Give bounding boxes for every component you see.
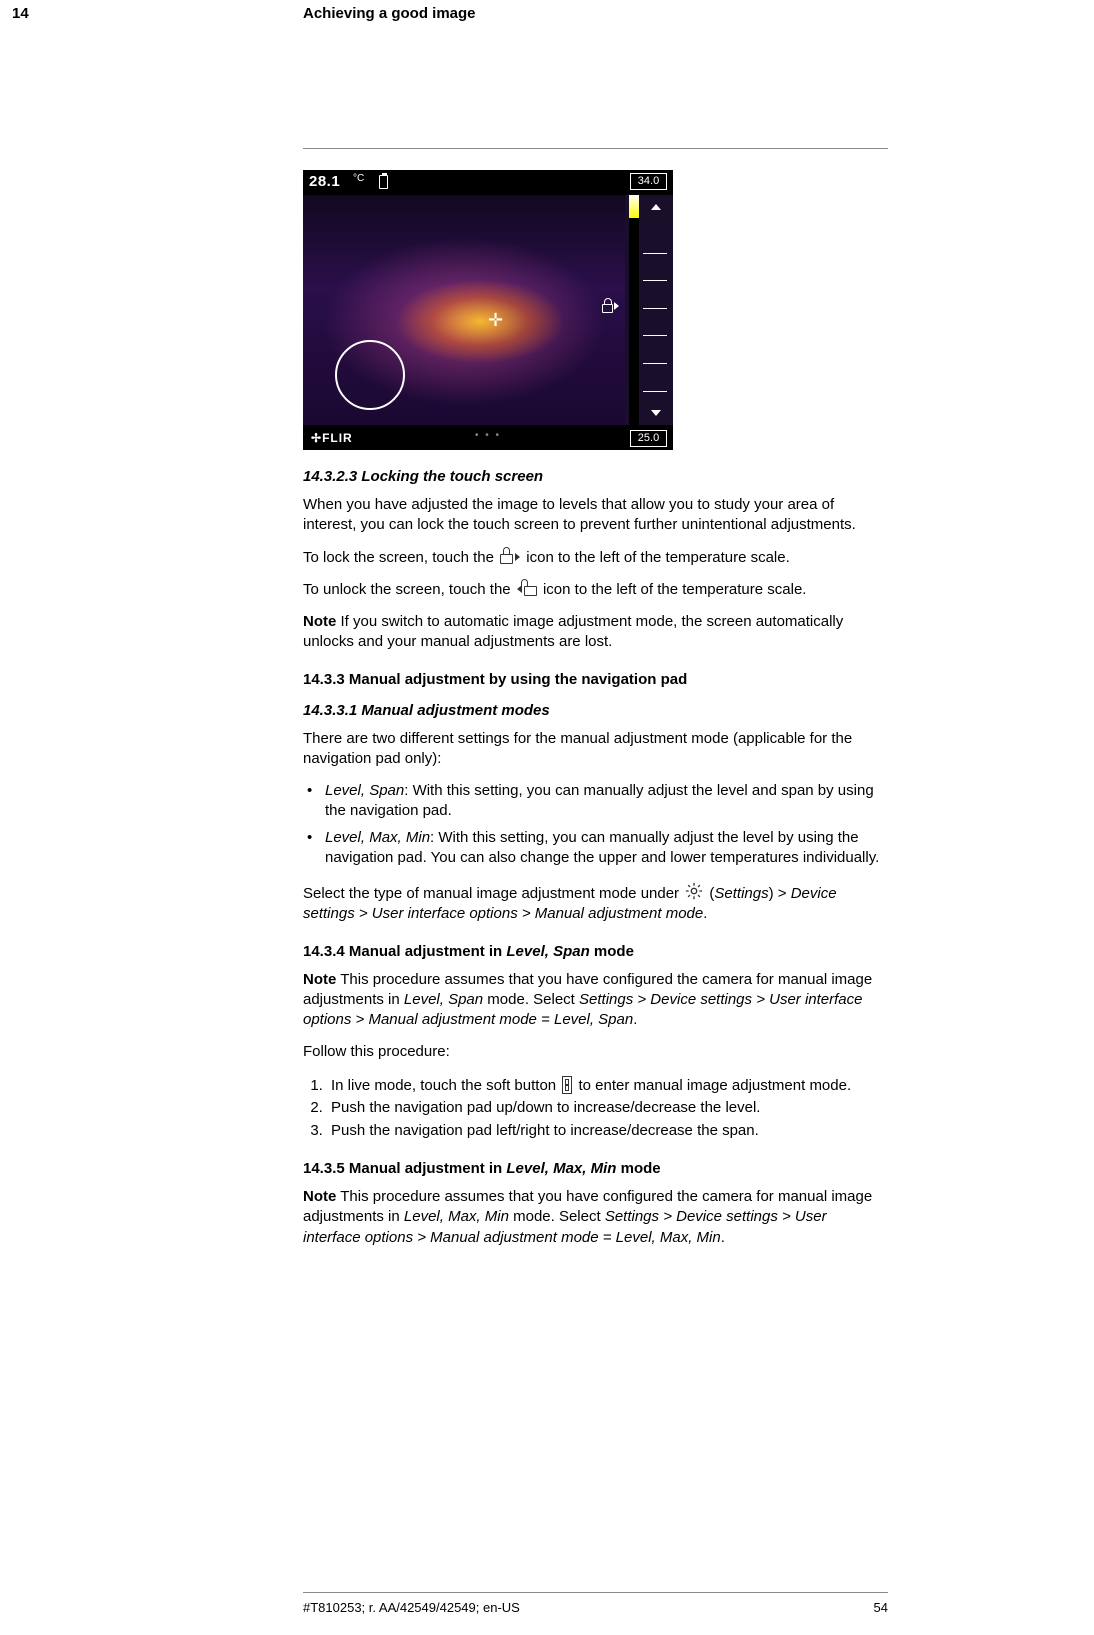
heading-post: mode: [616, 1160, 660, 1177]
note: Note This procedure assumes that you hav…: [303, 1187, 888, 1248]
chapter-number: 14: [12, 5, 29, 22]
figure-unit: °C: [353, 173, 364, 184]
term: Level, Max, Min: [325, 829, 430, 846]
soft-button-icon: [562, 1076, 572, 1094]
divider: [303, 148, 888, 149]
text: In live mode, touch the soft button: [331, 1077, 560, 1094]
scale-max: 34.0: [630, 173, 667, 190]
list-item: Level, Span: With this setting, you can …: [303, 781, 888, 822]
battery-icon: [379, 175, 388, 189]
text: ) >: [769, 885, 791, 902]
note: Note If you switch to automatic image ad…: [303, 612, 888, 653]
page: 14 Achieving a good image ✛ 28.1 °C ✢FLI…: [0, 0, 1094, 1635]
crosshair-icon: ✛: [488, 310, 503, 331]
thermal-body: ✛: [303, 195, 625, 425]
spot-circle: [335, 340, 405, 410]
brand-label: ✢FLIR: [311, 431, 353, 445]
text: .: [721, 1229, 725, 1246]
heading-it: Level, Max, Min: [506, 1160, 616, 1177]
text: To unlock the screen, touch the: [303, 581, 515, 598]
list-item: Push the navigation pad left/right to in…: [327, 1120, 888, 1143]
thermal-figure: ✛ 28.1 °C ✢FLIR • • • 34.0 25.0: [303, 170, 673, 450]
term: Level, Span: [325, 782, 404, 799]
para: When you have adjusted the image to leve…: [303, 495, 888, 536]
lock-closed-icon: [500, 554, 520, 564]
gear-icon: [685, 882, 703, 900]
heading-14-3-5: 14.3.5 Manual adjustment in Level, Max, …: [303, 1160, 888, 1177]
note-text: If you switch to automatic image adjustm…: [303, 613, 843, 650]
para-lock: To lock the screen, touch the icon to th…: [303, 548, 888, 568]
scale-min: 25.0: [630, 430, 667, 447]
color-scale: [629, 195, 639, 425]
text: To lock the screen, touch the: [303, 549, 498, 566]
figure-temp: 28.1: [309, 173, 340, 190]
text: .: [633, 1011, 637, 1028]
chapter-title: Achieving a good image: [303, 5, 476, 22]
text: icon to the left of the temperature scal…: [543, 581, 806, 598]
figure-lock-icon: [602, 300, 619, 318]
note-label: Note: [303, 971, 336, 988]
footer-id: #T810253; r. AA/42549/42549; en-US: [303, 1600, 520, 1615]
list-item: Level, Max, Min: With this setting, you …: [303, 828, 888, 869]
ellipsis-icon: • • •: [475, 430, 501, 441]
step-list: In live mode, touch the soft button to e…: [303, 1075, 888, 1143]
para: There are two different settings for the…: [303, 729, 888, 770]
heading-14-3-2-3: 14.3.2.3 Locking the touch screen: [303, 468, 888, 485]
text: icon to the left of the temperature scal…: [526, 549, 789, 566]
list-item: Push the navigation pad up/down to incre…: [327, 1097, 888, 1120]
lock-open-icon: [517, 586, 537, 596]
divider: [303, 1592, 888, 1593]
scale-ticks: [643, 195, 667, 425]
list-item: In live mode, touch the soft button to e…: [327, 1075, 888, 1098]
note: Note This procedure assumes that you hav…: [303, 970, 888, 1031]
para-unlock: To unlock the screen, touch the icon to …: [303, 580, 888, 600]
heading-it: Level, Span: [506, 943, 589, 960]
heading-post: mode: [590, 943, 634, 960]
brand-text: FLIR: [322, 431, 353, 445]
text: to enter manual image adjustment mode.: [574, 1077, 851, 1094]
text: Select the type of manual image adjustme…: [303, 885, 683, 902]
note-label: Note: [303, 613, 336, 630]
page-number: 54: [874, 1600, 888, 1615]
term: Level, Span: [404, 991, 483, 1008]
term: Level, Max, Min: [404, 1208, 509, 1225]
settings-label: Settings: [714, 885, 768, 902]
heading-14-3-4: 14.3.4 Manual adjustment in Level, Span …: [303, 943, 888, 960]
content-area: ✛ 28.1 °C ✢FLIR • • • 34.0 25.0 14.3.2.3…: [303, 170, 888, 1260]
note-label: Note: [303, 1188, 336, 1205]
text: mode. Select: [509, 1208, 605, 1225]
text: : With this setting, you can manually ad…: [325, 782, 874, 819]
text: .: [703, 905, 707, 922]
para-select: Select the type of manual image adjustme…: [303, 882, 888, 925]
heading-pre: 14.3.4 Manual adjustment in: [303, 943, 506, 960]
para: Follow this procedure:: [303, 1042, 888, 1062]
text: mode. Select: [483, 991, 579, 1008]
bullet-list: Level, Span: With this setting, you can …: [303, 781, 888, 868]
heading-14-3-3: 14.3.3 Manual adjustment by using the na…: [303, 671, 888, 688]
heading-14-3-3-1: 14.3.3.1 Manual adjustment modes: [303, 702, 888, 719]
heading-pre: 14.3.5 Manual adjustment in: [303, 1160, 506, 1177]
